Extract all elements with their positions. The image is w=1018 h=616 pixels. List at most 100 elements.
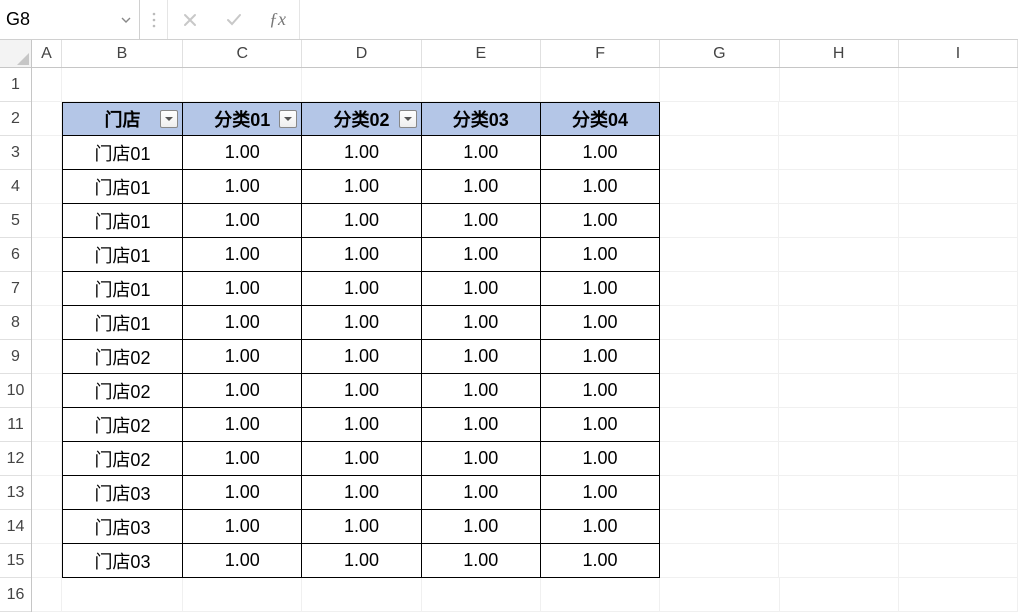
cell-B14[interactable]: 门店03 [62,510,183,544]
cell-B9[interactable]: 门店02 [62,340,183,374]
cell-C14[interactable]: 1.00 [183,510,302,544]
row-header-7[interactable]: 7 [0,272,31,306]
cell-E12[interactable]: 1.00 [422,442,541,476]
cell-H3[interactable] [779,136,898,170]
cell-D2[interactable]: 分类02 [302,102,421,136]
cell-D3[interactable]: 1.00 [302,136,421,170]
column-header-F[interactable]: F [541,40,660,67]
cell-C9[interactable]: 1.00 [183,340,302,374]
chevron-down-icon[interactable] [119,13,133,27]
row-header-5[interactable]: 5 [0,204,31,238]
cell-F12[interactable]: 1.00 [541,442,660,476]
cell-C6[interactable]: 1.00 [183,238,302,272]
column-header-B[interactable]: B [62,40,183,67]
cell-D16[interactable] [302,578,421,612]
cell-E3[interactable]: 1.00 [422,136,541,170]
formula-input[interactable] [300,0,1018,39]
cell-A2[interactable] [32,102,62,136]
confirm-edit-button[interactable] [212,0,256,39]
row-header-8[interactable]: 8 [0,306,31,340]
cell-F16[interactable] [541,578,660,612]
cell-E10[interactable]: 1.00 [422,374,541,408]
cell-B10[interactable]: 门店02 [62,374,183,408]
cell-G5[interactable] [660,204,779,238]
cell-I10[interactable] [899,374,1018,408]
cell-G15[interactable] [660,544,779,578]
cell-F5[interactable]: 1.00 [541,204,660,238]
cell-D10[interactable]: 1.00 [302,374,421,408]
cell-F11[interactable]: 1.00 [541,408,660,442]
cell-E4[interactable]: 1.00 [422,170,541,204]
cell-A3[interactable] [32,136,62,170]
row-header-6[interactable]: 6 [0,238,31,272]
cell-C1[interactable] [183,68,302,102]
cell-C5[interactable]: 1.00 [183,204,302,238]
cell-D9[interactable]: 1.00 [302,340,421,374]
row-header-13[interactable]: 13 [0,476,31,510]
cell-F4[interactable]: 1.00 [541,170,660,204]
cell-H16[interactable] [780,578,899,612]
cell-E1[interactable] [422,68,541,102]
cell-I13[interactable] [899,476,1018,510]
cell-A6[interactable] [32,238,62,272]
cell-I4[interactable] [899,170,1018,204]
row-header-2[interactable]: 2 [0,102,31,136]
row-header-11[interactable]: 11 [0,408,31,442]
cell-C8[interactable]: 1.00 [183,306,302,340]
cell-I3[interactable] [899,136,1018,170]
cell-D7[interactable]: 1.00 [302,272,421,306]
column-header-E[interactable]: E [422,40,541,67]
cell-G9[interactable] [660,340,779,374]
cell-B3[interactable]: 门店01 [62,136,183,170]
cell-E6[interactable]: 1.00 [422,238,541,272]
cell-B6[interactable]: 门店01 [62,238,183,272]
column-header-A[interactable]: A [32,40,62,67]
cell-B4[interactable]: 门店01 [62,170,183,204]
cell-I16[interactable] [899,578,1018,612]
cell-F15[interactable]: 1.00 [541,544,660,578]
cell-F10[interactable]: 1.00 [541,374,660,408]
column-header-D[interactable]: D [302,40,421,67]
row-header-1[interactable]: 1 [0,68,31,102]
column-header-G[interactable]: G [660,40,779,67]
column-header-H[interactable]: H [780,40,899,67]
cell-F7[interactable]: 1.00 [541,272,660,306]
cell-F14[interactable]: 1.00 [541,510,660,544]
cell-E14[interactable]: 1.00 [422,510,541,544]
cell-A1[interactable] [32,68,62,102]
cell-G4[interactable] [660,170,779,204]
cell-E2[interactable]: 分类03 [422,102,541,136]
cell-C4[interactable]: 1.00 [183,170,302,204]
cell-B7[interactable]: 门店01 [62,272,183,306]
cell-A9[interactable] [32,340,62,374]
cell-B16[interactable] [62,578,183,612]
cell-G7[interactable] [660,272,779,306]
cell-D4[interactable]: 1.00 [302,170,421,204]
cell-F13[interactable]: 1.00 [541,476,660,510]
cell-F9[interactable]: 1.00 [541,340,660,374]
cell-E15[interactable]: 1.00 [422,544,541,578]
cell-A4[interactable] [32,170,62,204]
cell-I14[interactable] [899,510,1018,544]
cell-I1[interactable] [899,68,1018,102]
cell-H13[interactable] [779,476,898,510]
cell-B15[interactable]: 门店03 [62,544,183,578]
cell-D1[interactable] [302,68,421,102]
cell-E16[interactable] [422,578,541,612]
cell-A16[interactable] [32,578,62,612]
cell-D12[interactable]: 1.00 [302,442,421,476]
cell-E7[interactable]: 1.00 [422,272,541,306]
cell-D11[interactable]: 1.00 [302,408,421,442]
row-header-9[interactable]: 9 [0,340,31,374]
cell-G1[interactable] [660,68,779,102]
cell-H4[interactable] [779,170,898,204]
cell-H10[interactable] [779,374,898,408]
cell-D8[interactable]: 1.00 [302,306,421,340]
cell-G11[interactable] [660,408,779,442]
cell-I5[interactable] [899,204,1018,238]
cell-C10[interactable]: 1.00 [183,374,302,408]
cell-H12[interactable] [779,442,898,476]
cell-I12[interactable] [899,442,1018,476]
column-header-C[interactable]: C [183,40,302,67]
cell-H7[interactable] [779,272,898,306]
